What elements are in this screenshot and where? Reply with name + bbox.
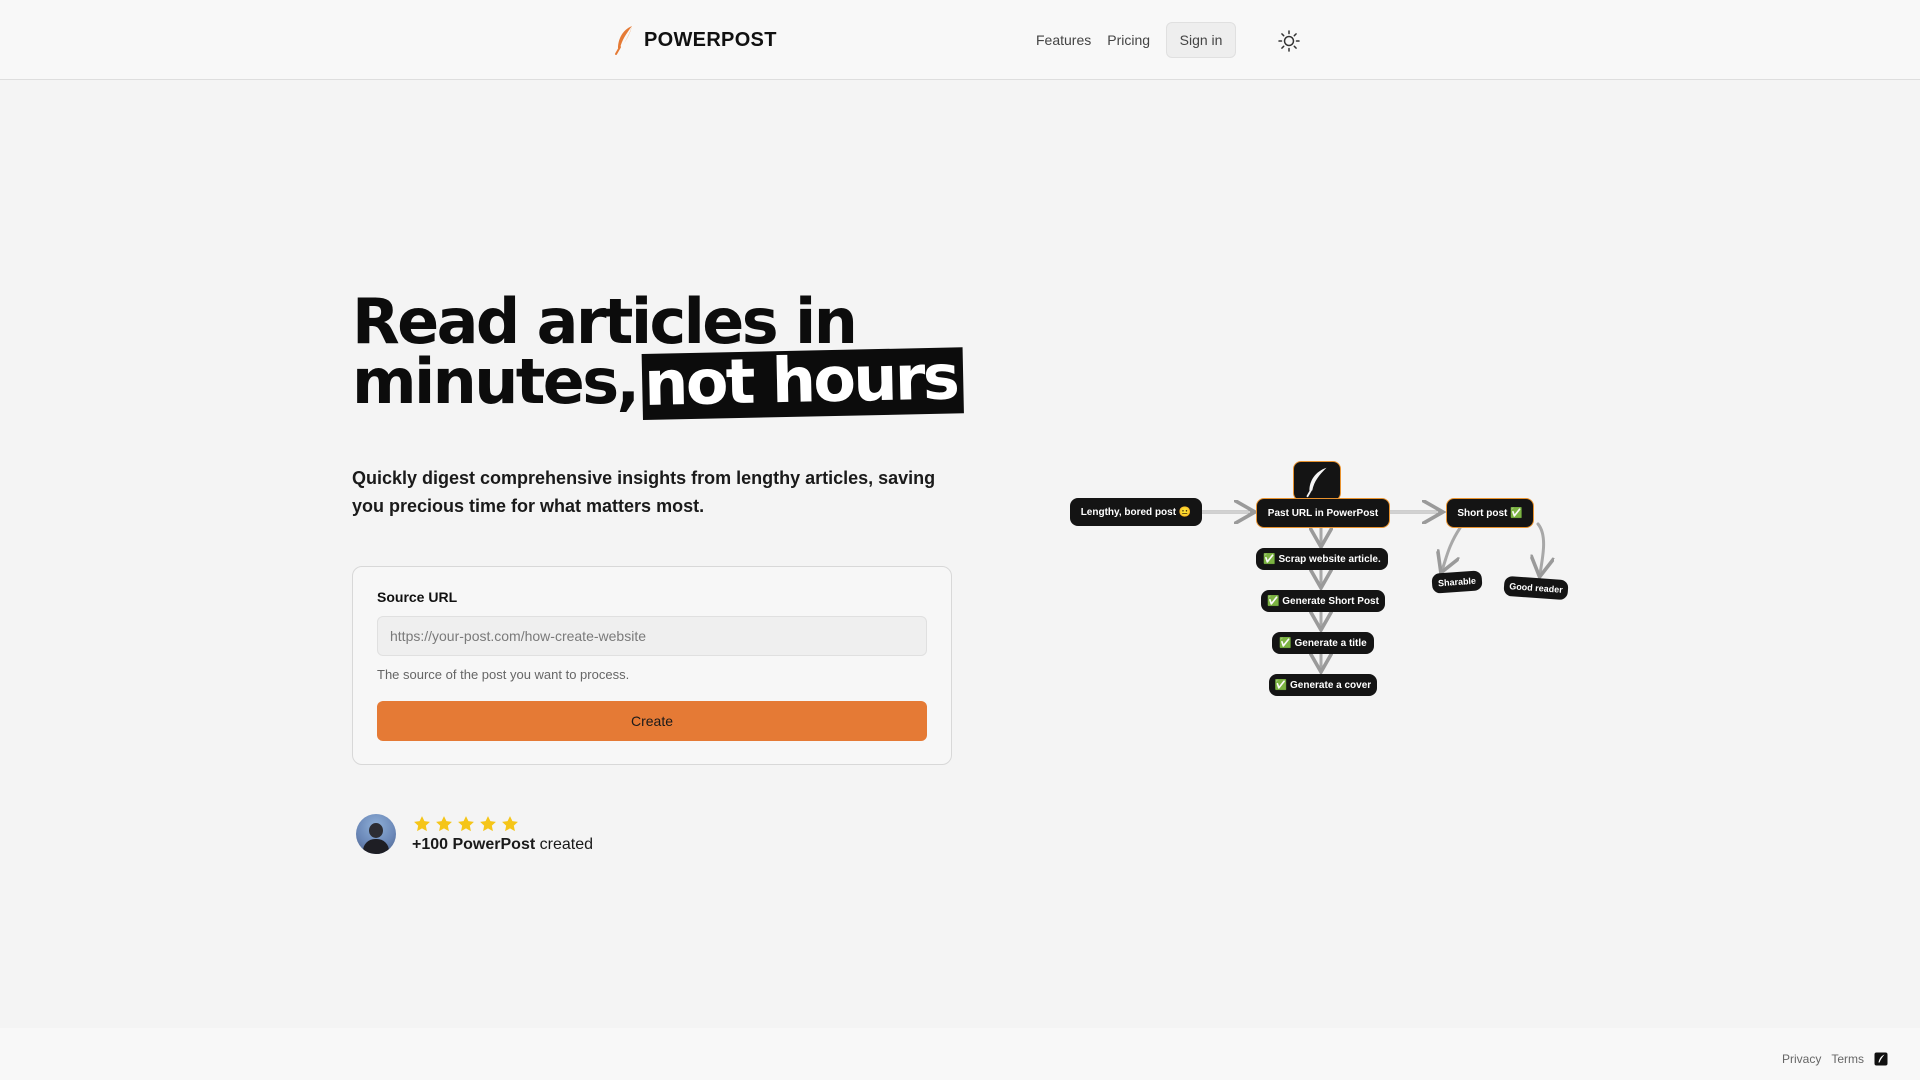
proof-count: +100 PowerPost <box>412 836 536 853</box>
footer: Privacy Terms <box>0 1028 1920 1080</box>
avatar <box>356 814 396 854</box>
create-button[interactable]: Create <box>377 701 927 741</box>
workflow-diagram: Lengthy, bored post 😐 Past URL in PowerP… <box>1060 456 1580 706</box>
feather-icon <box>615 26 632 55</box>
sun-icon <box>1278 30 1300 52</box>
theme-toggle-button[interactable] <box>1276 28 1302 54</box>
social-proof: +100 PowerPost created <box>356 814 593 854</box>
proof-line: +100 PowerPost created <box>412 836 593 854</box>
feather-icon <box>1874 1052 1888 1066</box>
diagram-step: ✅ Scrap website article. <box>1256 548 1388 570</box>
diagram-step: ✅ Generate Short Post <box>1261 590 1385 612</box>
proof-suffix: created <box>535 836 593 853</box>
diagram-node-source: Lengthy, bored post 😐 <box>1070 498 1202 526</box>
footer-link-privacy[interactable]: Privacy <box>1782 1052 1821 1066</box>
nav-link-pricing[interactable]: Pricing <box>1107 32 1150 48</box>
proof-text: +100 PowerPost created <box>412 814 593 854</box>
star-icon <box>414 816 430 832</box>
brand-logo[interactable]: POWERPOST <box>612 24 777 56</box>
diagram-node-center: Past URL in PowerPost <box>1256 498 1390 528</box>
brand-name: POWERPOST <box>644 28 777 51</box>
hero-title: Read articles in minutes, not hours <box>352 291 965 420</box>
footer-link-terms[interactable]: Terms <box>1831 1052 1864 1066</box>
source-url-form: Source URL The source of the post you wa… <box>352 566 952 765</box>
diagram-node-result: Short post ✅ <box>1446 498 1534 528</box>
star-icon <box>436 816 452 832</box>
diagram-step: ✅ Generate a cover <box>1269 674 1377 696</box>
main-nav: Features Pricing Sign in <box>1036 22 1237 58</box>
top-navbar: POWERPOST Features Pricing Sign in <box>0 0 1920 80</box>
diagram-outcome: Sharable <box>1431 570 1483 594</box>
nav-link-features[interactable]: Features <box>1036 32 1091 48</box>
hero-subtitle: Quickly digest comprehensive insights fr… <box>352 468 936 516</box>
source-url-label: Source URL <box>377 589 458 605</box>
source-url-help-text: The source of the post you want to proce… <box>377 667 630 682</box>
footer-links: Privacy Terms <box>1782 1052 1888 1066</box>
feather-icon <box>1306 467 1327 498</box>
star-icon <box>458 816 474 832</box>
hero-title-highlight: not hours <box>642 340 965 420</box>
sign-in-button[interactable]: Sign in <box>1166 22 1237 58</box>
star-rating <box>412 814 593 834</box>
star-icon <box>502 816 518 832</box>
diagram-step: ✅ Generate a title <box>1272 632 1374 654</box>
source-url-input[interactable] <box>377 616 927 656</box>
star-icon <box>480 816 496 832</box>
hero-title-line2: minutes, <box>352 345 640 418</box>
feather-badge <box>1293 461 1341 501</box>
